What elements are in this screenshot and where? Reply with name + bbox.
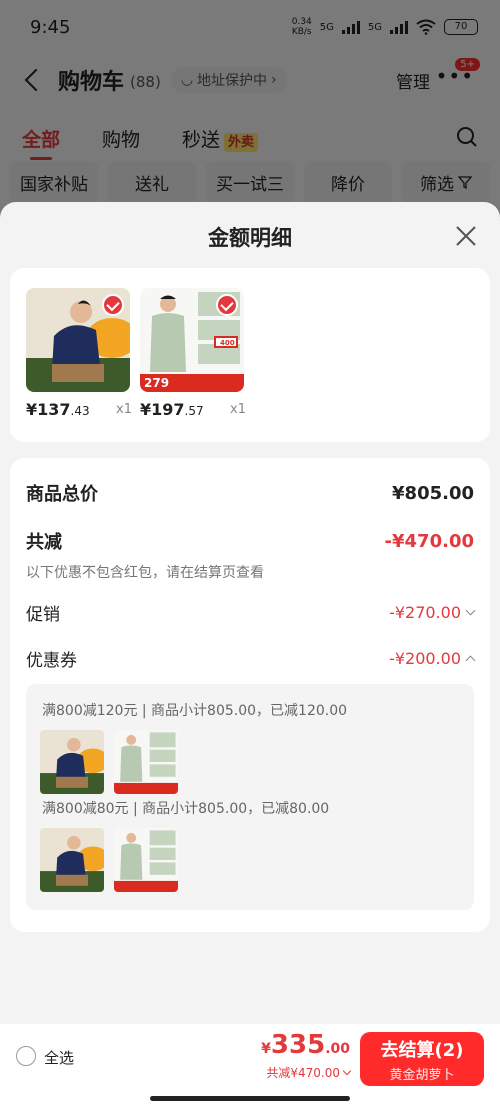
selected-check-icon xyxy=(102,294,124,316)
checkout-button[interactable]: 去结算(2) 黄金胡萝卜 xyxy=(360,1032,484,1086)
chevron-up-icon xyxy=(465,655,476,666)
promo-tag-2: 400 xyxy=(220,339,235,347)
home-indicator[interactable] xyxy=(150,1096,350,1101)
total-row: 商品总价 ¥805.00 xyxy=(26,480,474,506)
coupon-product-thumb xyxy=(114,828,178,892)
product-image xyxy=(26,288,130,392)
sheet-title: 金额明细 xyxy=(208,226,292,250)
product-price: ¥197.57 xyxy=(140,400,204,419)
coupon-line: 满800减120元 | 商品小计805.00，已减120.00 xyxy=(42,703,348,719)
coupon-label: 优惠券 xyxy=(26,651,77,671)
coupon-detail-box: 满800减120元 | 商品小计805.00，已减120.00 满800减80元… xyxy=(26,684,474,910)
product-qty: x1 xyxy=(116,402,132,417)
product-item[interactable]: ¥137.43 x1 xyxy=(26,288,132,419)
chevron-down-icon xyxy=(342,1066,352,1075)
close-icon[interactable] xyxy=(454,224,478,248)
chevron-down-icon xyxy=(465,605,476,616)
coupon-row[interactable]: 优惠券 -¥200.00 xyxy=(26,646,476,671)
product-image: 279 400 xyxy=(140,288,244,392)
amount-detail-sheet: 金额明细 ¥137.43 x1 279 400 ¥197.57 x1 商品总价 … xyxy=(0,202,500,1024)
coupon-product-thumb xyxy=(40,828,104,892)
coupon-line: 满800减80元 | 商品小计805.00，已减80.00 xyxy=(42,801,330,817)
promo-value: -¥270.00 xyxy=(389,603,476,622)
coupon-product-thumb xyxy=(40,730,104,794)
discount-value: -¥470.00 xyxy=(384,530,474,552)
price-detail-card: 商品总价 ¥805.00 共减 -¥470.00 以下优惠不包含红包，请在结算页… xyxy=(10,458,490,932)
selected-check-icon xyxy=(216,294,238,316)
promo-tag: 279 xyxy=(144,376,170,390)
product-item[interactable]: 279 400 ¥197.57 x1 xyxy=(140,288,246,419)
products-card: ¥137.43 x1 279 400 ¥197.57 x1 xyxy=(10,268,490,442)
discount-row: 共减 -¥470.00 xyxy=(26,528,474,554)
total-price: ¥335.00 xyxy=(261,1030,350,1060)
promo-row[interactable]: 促销 -¥270.00 xyxy=(26,600,476,625)
discount-note: 以下优惠不包含红包，请在结算页查看 xyxy=(26,565,264,581)
coupon-product-thumb xyxy=(114,730,178,794)
total-label: 商品总价 xyxy=(26,484,98,505)
product-qty: x1 xyxy=(230,402,246,417)
promo-label: 促销 xyxy=(26,605,60,625)
select-all-label[interactable]: 全选 xyxy=(44,1047,74,1068)
total-value: ¥805.00 xyxy=(392,482,474,504)
coupon-value: -¥200.00 xyxy=(389,649,476,668)
product-price: ¥137.43 xyxy=(26,400,90,419)
select-all-radio[interactable] xyxy=(16,1046,36,1066)
discount-label: 共减 xyxy=(26,532,62,553)
total-discount-toggle[interactable]: 共减¥470.00 xyxy=(266,1064,352,1081)
